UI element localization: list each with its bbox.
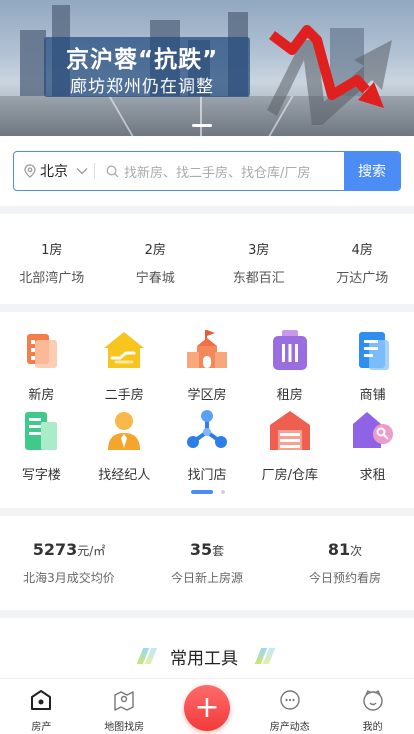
banner-subline: 廊坊郑州仍在调整: [70, 77, 214, 97]
stat-unit: 套: [212, 544, 225, 558]
stat-unit: 元/㎡: [77, 544, 106, 558]
tools-title: 常用工具: [170, 649, 238, 669]
hot-item-name: 万达广场: [336, 271, 389, 286]
pager-dot-active: [191, 490, 213, 494]
hot-listings: 1房 北部湾广场 2房 宁春城 3房 东都百汇 4房 万达广场: [0, 214, 414, 304]
search-button[interactable]: 搜索: [344, 152, 400, 190]
want-rent-icon: [352, 412, 393, 448]
warehouse-icon: [269, 411, 310, 450]
tools-section: 常用工具: [0, 618, 414, 678]
tab-profile[interactable]: 我的: [331, 679, 414, 734]
down-trend-arrow-icon: [267, 25, 392, 125]
market-stats: 5273元/㎡ 北海3月成交均价 35套 今日新上房源 81次 今日预约看房: [0, 516, 414, 610]
tab-bar: 房产 地图找房 + 房产动态 我的: [0, 678, 414, 734]
search-box: 北京 找新房、找二手房、找仓库/厂房 搜索: [13, 151, 401, 191]
category-rent[interactable]: 租房: [248, 328, 331, 403]
stat-avg-price[interactable]: 5273元/㎡ 北海3月成交均价: [0, 516, 138, 610]
category-warehouse[interactable]: 厂房/仓库: [248, 408, 331, 483]
school-district-icon: [186, 330, 227, 368]
stat-unit: 次: [350, 544, 363, 558]
category-agent[interactable]: 找经纪人: [83, 408, 166, 483]
hot-item-rank: 1房: [41, 243, 63, 258]
shop-icon: [358, 332, 389, 370]
stat-label: 今日新上房源: [170, 571, 243, 585]
tab-label: 房产: [31, 722, 52, 733]
category-second-hand[interactable]: 二手房: [83, 328, 166, 403]
stat-value: 5273: [32, 540, 78, 559]
chat-icon: [280, 690, 300, 710]
hot-item-name: 宁春城: [135, 271, 175, 286]
agent-icon: [108, 412, 141, 450]
category-label: 找门店: [187, 468, 227, 483]
category-shop[interactable]: 商铺: [331, 328, 414, 403]
category-label: 写字楼: [21, 468, 61, 483]
category-want-rent[interactable]: 求租: [331, 408, 414, 483]
tab-home[interactable]: 房产: [0, 679, 83, 734]
category-office[interactable]: 写字楼: [0, 408, 83, 483]
search-placeholder: 找新房、找二手房、找仓库/厂房: [124, 165, 311, 181]
hot-item[interactable]: 2房 宁春城: [104, 214, 208, 304]
stat-value: 35: [189, 540, 213, 559]
page: 京沪蓉“抗跌” 廊坊郑州仍在调整 北京 找新房、找二手房、找仓库/厂房 搜索 1…: [0, 0, 414, 734]
map-icon: [114, 691, 134, 711]
divider: [94, 163, 95, 179]
stat-label: 北海3月成交均价: [23, 571, 115, 585]
hot-item[interactable]: 1房 北部湾广场: [0, 214, 104, 304]
search-section: 北京 找新房、找二手房、找仓库/厂房 搜索: [0, 136, 414, 206]
category-store[interactable]: 找门店: [166, 408, 249, 483]
store-icon: [186, 410, 227, 448]
tab-news[interactable]: 房产动态: [248, 679, 331, 734]
tab-label: 我的: [362, 722, 383, 733]
category-label: 找经纪人: [98, 468, 151, 483]
category-pager: [191, 490, 225, 494]
city-selector[interactable]: 北京: [14, 152, 94, 190]
tab-label: 地图找房: [104, 722, 145, 733]
tab-label: 房产动态: [269, 722, 310, 733]
search-input[interactable]: 找新房、找二手房、找仓库/厂房: [106, 152, 310, 190]
building: [20, 30, 46, 100]
office-building-icon: [25, 412, 58, 450]
stat-new-listings[interactable]: 35套 今日新上房源: [138, 516, 276, 610]
category-school[interactable]: 学区房: [166, 328, 249, 403]
hot-item-name: 东都百汇: [232, 271, 285, 286]
search-icon: [106, 165, 119, 177]
home-icon: [31, 690, 52, 710]
tab-post[interactable]: +: [166, 679, 249, 734]
second-hand-house-icon: [104, 332, 145, 368]
category-label: 商铺: [359, 388, 386, 403]
banner-headline: 京沪蓉“抗跌”: [66, 47, 219, 73]
hot-item-name: 北部湾广场: [19, 271, 85, 286]
stat-viewings[interactable]: 81次 今日预约看房: [276, 516, 414, 610]
profile-icon: [362, 689, 383, 711]
category-new-house[interactable]: 新房: [0, 328, 83, 403]
city-name: 北京: [40, 164, 68, 180]
plus-icon[interactable]: +: [183, 685, 230, 731]
category-label: 新房: [28, 388, 55, 403]
hot-item-rank: 2房: [144, 243, 166, 258]
promo-banner[interactable]: 京沪蓉“抗跌” 廊坊郑州仍在调整: [0, 0, 414, 136]
category-label: 厂房/仓库: [261, 468, 318, 483]
category-label: 求租: [359, 468, 386, 483]
chevron-down-icon: [76, 168, 88, 175]
banner-indicator: [192, 124, 212, 127]
stat-label: 今日预约看房: [308, 571, 381, 585]
location-pin-icon: [24, 164, 36, 178]
tab-map[interactable]: 地图找房: [83, 679, 166, 734]
stat-value: 81: [327, 540, 351, 559]
hot-item-rank: 3房: [248, 243, 270, 258]
category-label: 二手房: [104, 388, 144, 403]
new-house-icon: [27, 334, 58, 368]
pager-dot: [221, 490, 225, 494]
rent-icon: [272, 330, 307, 370]
category-grid: 新房 二手房 学区房 租房 商铺 写字楼 找经纪人 找门店 厂房/仓库 求租: [0, 312, 414, 508]
hot-item-rank: 4房: [351, 243, 373, 258]
hot-item[interactable]: 3房 东都百汇: [207, 214, 311, 304]
category-label: 学区房: [187, 388, 227, 403]
category-label: 租房: [276, 388, 303, 403]
hot-item[interactable]: 4房 万达广场: [311, 214, 414, 304]
